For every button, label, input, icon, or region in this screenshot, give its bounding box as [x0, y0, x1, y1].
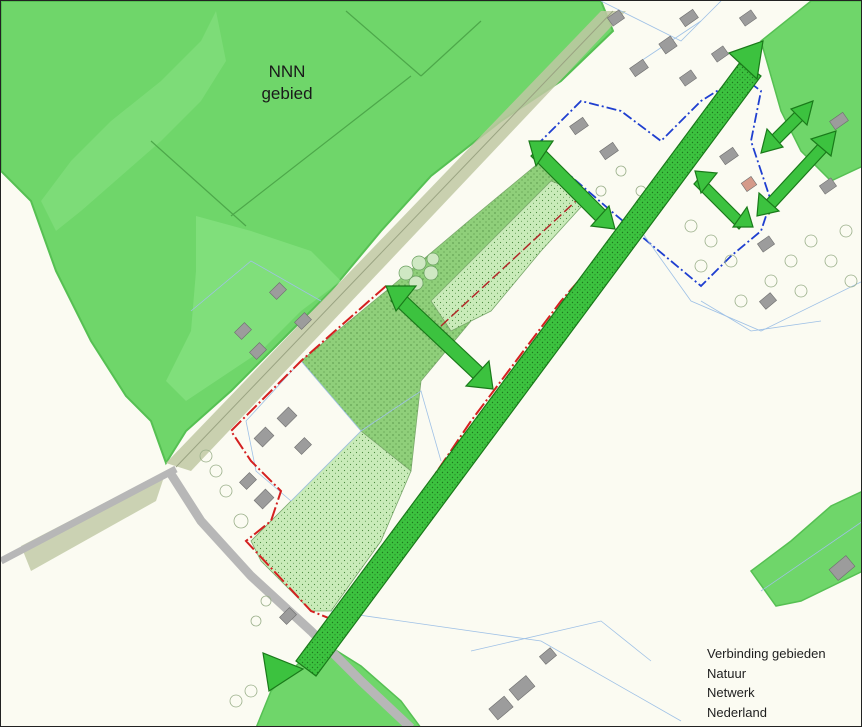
- nnn-label-line1: NNN: [268, 62, 306, 81]
- legend-line-1: Verbinding gebieden: [707, 646, 826, 661]
- map-canvas[interactable]: [1, 1, 862, 727]
- legend-line-4: Nederland: [707, 704, 767, 720]
- nnn-label-line2: gebied: [261, 84, 313, 103]
- map-frame[interactable]: NNN gebied Verbinding gebieden Natuur Ne…: [0, 0, 862, 727]
- legend-line-2: Natuur: [707, 665, 747, 681]
- legend-text: Verbinding gebieden Natuur Netwerk Neder…: [707, 644, 826, 722]
- nnn-area-label: NNN gebied: [237, 61, 337, 105]
- legend-line-3: Netwerk: [707, 685, 755, 700]
